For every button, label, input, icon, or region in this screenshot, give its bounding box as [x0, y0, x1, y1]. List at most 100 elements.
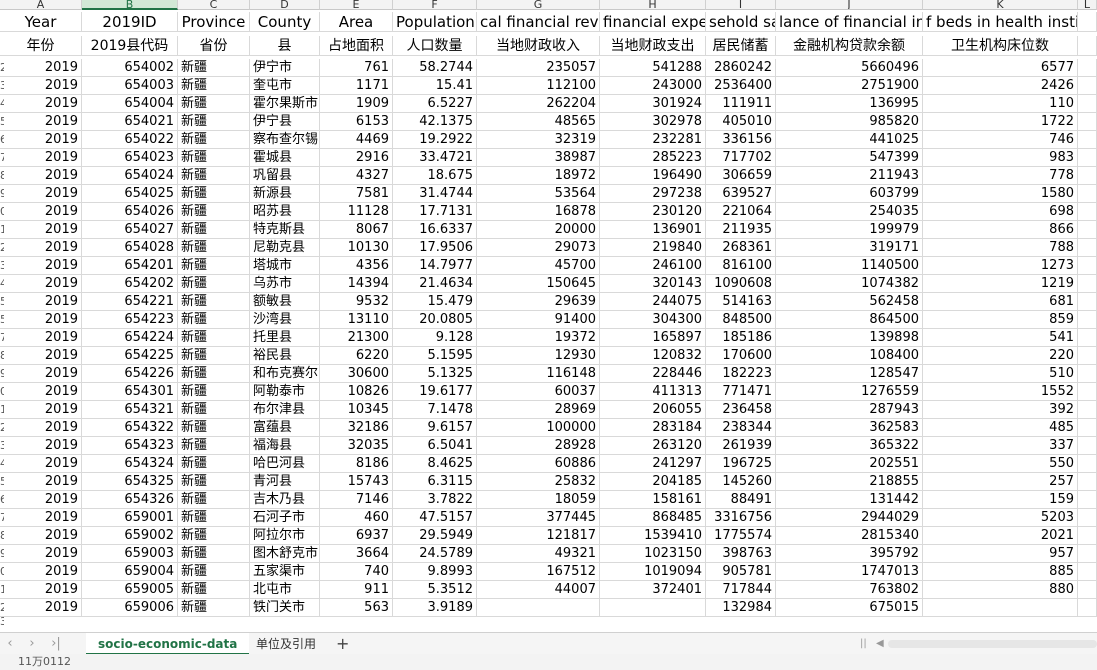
table-cell[interactable]: 17.9506 — [393, 239, 477, 257]
column-header-c[interactable]: C — [178, 0, 250, 10]
table-cell[interactable]: 510 — [923, 365, 1078, 383]
table-cell[interactable]: 新疆 — [178, 455, 250, 473]
table-cell[interactable]: 2019 — [0, 599, 82, 617]
table-cell[interactable]: 2019 — [0, 563, 82, 581]
table-cell[interactable]: 新疆 — [178, 275, 250, 293]
table-cell[interactable]: 60037 — [477, 383, 600, 401]
table-cell[interactable]: 128547 — [776, 365, 923, 383]
column-header-k[interactable]: K — [923, 0, 1078, 10]
table-cell[interactable]: 新疆 — [178, 167, 250, 185]
table-cell[interactable]: 771471 — [706, 383, 776, 401]
table-cell[interactable]: 287943 — [776, 401, 923, 419]
table-cell[interactable]: 228446 — [600, 365, 706, 383]
table-cell[interactable]: 372401 — [600, 581, 706, 599]
table-cell[interactable]: 746 — [923, 131, 1078, 149]
table-cell[interactable]: 196725 — [706, 455, 776, 473]
table-cell-empty[interactable] — [1078, 347, 1097, 365]
table-cell[interactable]: 4327 — [320, 167, 393, 185]
table-cell[interactable]: 霍尔果斯市 — [250, 95, 320, 113]
table-cell[interactable]: 182223 — [706, 365, 776, 383]
table-cell[interactable]: 6.5041 — [393, 437, 477, 455]
table-cell-empty[interactable] — [1078, 401, 1097, 419]
table-cell[interactable]: 29639 — [477, 293, 600, 311]
table-cell[interactable]: 654323 — [82, 437, 178, 455]
table-cell[interactable]: 235057 — [477, 59, 600, 77]
table-cell[interactable]: 541 — [923, 329, 1078, 347]
table-cell[interactable]: 15.479 — [393, 293, 477, 311]
table-cell[interactable]: 199979 — [776, 221, 923, 239]
table-cell[interactable]: 302978 — [600, 113, 706, 131]
table-cell[interactable]: 4356 — [320, 257, 393, 275]
table-cell[interactable]: 136995 — [776, 95, 923, 113]
table-cell[interactable]: 230120 — [600, 203, 706, 221]
horizontal-scrollbar[interactable]: || ◀ — [858, 638, 1097, 650]
table-cell[interactable]: 21300 — [320, 329, 393, 347]
table-cell[interactable]: 15.41 — [393, 77, 477, 95]
table-cell-empty[interactable] — [1078, 563, 1097, 581]
table-cell[interactable]: 5.3512 — [393, 581, 477, 599]
table-cell[interactable]: 新疆 — [178, 131, 250, 149]
table-cell[interactable]: 864500 — [776, 311, 923, 329]
table-cell[interactable]: 547399 — [776, 149, 923, 167]
header-cell-b[interactable]: 2019县代码 — [82, 36, 178, 56]
table-cell[interactable]: 2019 — [0, 509, 82, 527]
column-header-f[interactable]: F — [393, 0, 477, 10]
table-cell[interactable]: 170600 — [706, 347, 776, 365]
table-cell[interactable]: 霍城县 — [250, 149, 320, 167]
table-cell[interactable]: 9.8993 — [393, 563, 477, 581]
table-cell[interactable]: 3.7822 — [393, 491, 477, 509]
table-cell[interactable]: 5.1595 — [393, 347, 477, 365]
table-cell[interactable]: 1019094 — [600, 563, 706, 581]
table-cell[interactable]: 603799 — [776, 185, 923, 203]
table-cell[interactable]: 北屯市 — [250, 581, 320, 599]
table-cell[interactable]: 2019 — [0, 131, 82, 149]
table-cell[interactable]: 2021 — [923, 527, 1078, 545]
header-cell-d[interactable]: 县 — [250, 36, 320, 56]
table-cell[interactable]: 10130 — [320, 239, 393, 257]
table-cell[interactable]: 654025 — [82, 185, 178, 203]
table-cell[interactable]: 1747013 — [776, 563, 923, 581]
table-cell[interactable]: 伊宁市 — [250, 59, 320, 77]
table-cell[interactable]: 18059 — [477, 491, 600, 509]
table-cell[interactable]: 42.1375 — [393, 113, 477, 131]
table-cell[interactable]: 159 — [923, 491, 1078, 509]
table-cell-empty[interactable] — [1078, 581, 1097, 599]
table-cell[interactable]: 441025 — [776, 131, 923, 149]
table-cell[interactable]: 托里县 — [250, 329, 320, 347]
table-cell[interactable]: 654325 — [82, 473, 178, 491]
table-cell[interactable]: 261939 — [706, 437, 776, 455]
table-cell[interactable]: 659005 — [82, 581, 178, 599]
table-cell[interactable]: 136901 — [600, 221, 706, 239]
table-cell[interactable]: 2944029 — [776, 509, 923, 527]
table-cell[interactable]: 377445 — [477, 509, 600, 527]
table-cell[interactable]: 336156 — [706, 131, 776, 149]
table-cell[interactable]: 219840 — [600, 239, 706, 257]
table-cell[interactable]: 30600 — [320, 365, 393, 383]
table-cell[interactable]: 204185 — [600, 473, 706, 491]
table-cell[interactable]: 21.4634 — [393, 275, 477, 293]
table-cell[interactable]: 654225 — [82, 347, 178, 365]
table-cell[interactable]: 1722 — [923, 113, 1078, 131]
table-cell[interactable]: 2019 — [0, 527, 82, 545]
table-cell[interactable]: 108400 — [776, 347, 923, 365]
table-cell[interactable]: 和布克赛尔 — [250, 365, 320, 383]
table-cell[interactable]: 485 — [923, 419, 1078, 437]
table-cell-empty[interactable] — [1078, 527, 1097, 545]
table-cell[interactable]: 10826 — [320, 383, 393, 401]
table-cell[interactable]: 5203 — [923, 509, 1078, 527]
table-cell[interactable]: 2019 — [0, 365, 82, 383]
table-cell-empty[interactable] — [1078, 131, 1097, 149]
table-cell[interactable]: 五家渠市 — [250, 563, 320, 581]
table-cell[interactable]: 1074382 — [776, 275, 923, 293]
table-cell[interactable]: 111911 — [706, 95, 776, 113]
table-cell[interactable]: 奎屯市 — [250, 77, 320, 95]
table-cell[interactable]: 654023 — [82, 149, 178, 167]
scroll-track[interactable] — [888, 640, 1097, 648]
table-cell[interactable]: 88491 — [706, 491, 776, 509]
table-cell[interactable]: 319171 — [776, 239, 923, 257]
table-cell[interactable]: 19.2922 — [393, 131, 477, 149]
table-cell[interactable]: 563 — [320, 599, 393, 617]
header-cell-f[interactable]: 人口数量 — [393, 36, 477, 56]
header-cell-k[interactable]: f beds in health instituti — [923, 12, 1078, 32]
table-cell[interactable]: 塔城市 — [250, 257, 320, 275]
